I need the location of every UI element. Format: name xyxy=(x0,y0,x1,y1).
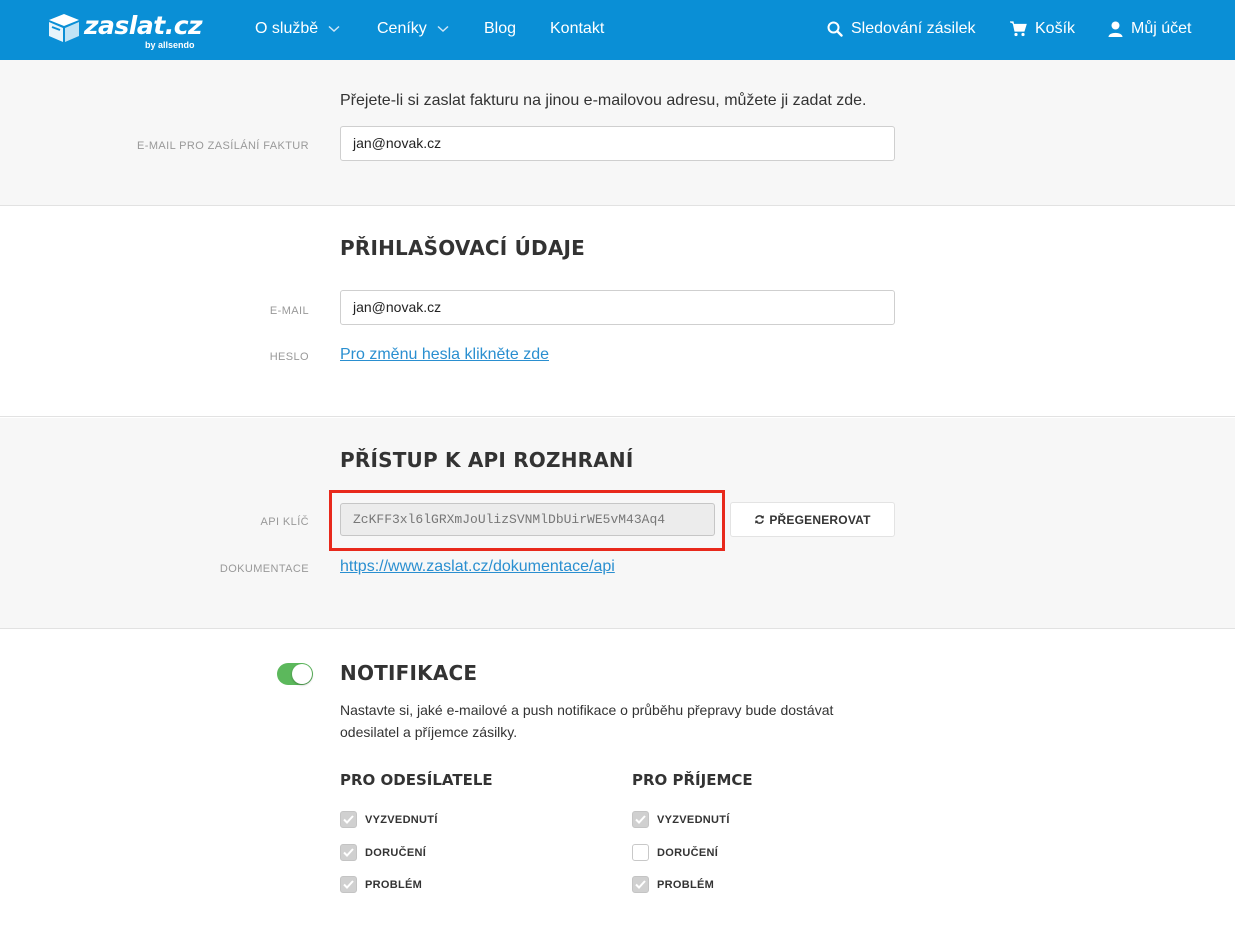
checkmark-icon xyxy=(343,848,354,857)
box-logo-icon xyxy=(49,14,79,42)
sender-pickup-checkbox[interactable]: VYZVEDNUTÍ xyxy=(340,811,438,828)
chevron-down-icon xyxy=(328,25,340,33)
search-icon xyxy=(827,21,843,37)
checkbox[interactable] xyxy=(340,811,357,828)
checkbox[interactable] xyxy=(340,876,357,893)
nav-kontakt[interactable]: Kontakt xyxy=(550,18,604,40)
password-label: HESLO xyxy=(269,351,309,363)
docs-link[interactable]: https://www.zaslat.cz/dokumentace/api xyxy=(340,558,615,576)
api-key-label: API KLÍČ xyxy=(260,516,309,528)
change-password-link[interactable]: Pro změnu hesla klikněte zde xyxy=(340,346,549,364)
checkbox-label: DORUČENÍ xyxy=(657,846,719,859)
sender-delivery-checkbox[interactable]: DORUČENÍ xyxy=(340,844,426,861)
chevron-down-icon xyxy=(437,25,449,33)
logo-text: zaslat.cz xyxy=(84,11,203,40)
logo-subtext: by allsendo xyxy=(145,40,195,50)
notifications-section: NOTIFIKACE Nastavte si, jaké e-mailové a… xyxy=(0,630,1235,937)
nav-label: Sledování zásilek xyxy=(851,20,976,37)
checkbox-label: PROBLÉM xyxy=(365,878,423,891)
regenerate-button[interactable]: PŘEGENEROVAT xyxy=(730,502,895,537)
invoice-email-section: Přejete-li si zaslat fakturu na jinou e-… xyxy=(0,60,1235,206)
docs-label: DOKUMENTACE xyxy=(219,563,309,575)
nav-cart[interactable]: Košík xyxy=(1000,18,1075,40)
checkbox[interactable] xyxy=(632,811,649,828)
nav-tracking[interactable]: Sledování zásilek xyxy=(817,18,976,40)
user-icon xyxy=(1108,21,1123,37)
top-navigation-bar: zaslat.cz by allsendo O službě Ceníky Bl… xyxy=(0,0,1235,60)
regenerate-label: PŘEGENEROVAT xyxy=(769,512,871,527)
checkmark-icon xyxy=(635,815,646,824)
login-email-label: E-MAIL xyxy=(269,305,309,317)
api-heading: PŘÍSTUP K API ROZHRANÍ xyxy=(340,448,634,472)
logo[interactable]: zaslat.cz by allsendo xyxy=(46,11,203,50)
checkbox[interactable] xyxy=(340,844,357,861)
checkbox[interactable] xyxy=(632,876,649,893)
notifications-description-line2: odesilatel a příjemce zásilky. xyxy=(340,724,518,740)
sender-heading: PRO ODESÍLATELE xyxy=(340,771,493,789)
checkmark-icon xyxy=(343,880,354,889)
checkbox-label: VYZVEDNUTÍ xyxy=(365,813,438,826)
checkmark-icon xyxy=(635,880,646,889)
checkbox-label: VYZVEDNUTÍ xyxy=(657,813,730,826)
refresh-icon xyxy=(755,515,765,524)
api-key-field[interactable]: ZcKFF3xl6lGRXmJoUlizSVNMlDbUirWE5vM43Aq4 xyxy=(340,503,715,536)
api-section: PŘÍSTUP K API ROZHRANÍ API KLÍČ ZcKFF3xl… xyxy=(0,418,1235,629)
nav-label: Můj účet xyxy=(1131,20,1192,37)
login-heading: PŘIHLAŠOVACÍ ÚDAJE xyxy=(340,236,586,260)
cart-icon xyxy=(1010,21,1027,37)
checkbox-label: PROBLÉM xyxy=(657,878,715,891)
nav-label: O službě xyxy=(255,20,319,37)
login-section: PŘIHLAŠOVACÍ ÚDAJE E-MAIL jan@novak.cz H… xyxy=(0,207,1235,417)
checkbox[interactable] xyxy=(632,844,649,861)
login-email-field[interactable]: jan@novak.cz xyxy=(340,290,895,325)
checkmark-icon xyxy=(343,815,354,824)
notifications-heading: NOTIFIKACE xyxy=(340,661,478,685)
notifications-toggle[interactable] xyxy=(277,663,313,685)
notifications-description-line1: Nastavte si, jaké e-mailové a push notif… xyxy=(340,702,834,718)
nav-o-sluzbe[interactable]: O službě xyxy=(255,18,340,40)
nav-ceniky[interactable]: Ceníky xyxy=(377,18,449,40)
nav-blog[interactable]: Blog xyxy=(484,18,516,40)
checkbox-label: DORUČENÍ xyxy=(365,846,427,859)
nav-label: Kontakt xyxy=(550,20,605,37)
recipient-pickup-checkbox[interactable]: VYZVEDNUTÍ xyxy=(632,811,730,828)
recipient-problem-checkbox[interactable]: PROBLÉM xyxy=(632,876,714,893)
invoice-description: Přejete-li si zaslat fakturu na jinou e-… xyxy=(340,92,867,109)
nav-label: Košík xyxy=(1035,20,1076,37)
toggle-knob xyxy=(292,664,312,684)
nav-label: Ceníky xyxy=(377,20,427,37)
recipient-heading: PRO PŘÍJEMCE xyxy=(632,771,753,789)
sender-problem-checkbox[interactable]: PROBLÉM xyxy=(340,876,422,893)
nav-label: Blog xyxy=(484,20,517,37)
recipient-delivery-checkbox[interactable]: DORUČENÍ xyxy=(632,844,718,861)
nav-account[interactable]: Můj účet xyxy=(1098,18,1191,40)
invoice-email-label: E-MAIL PRO ZASÍLÁNÍ FAKTUR xyxy=(137,140,309,152)
invoice-email-field[interactable]: jan@novak.cz xyxy=(340,126,895,161)
